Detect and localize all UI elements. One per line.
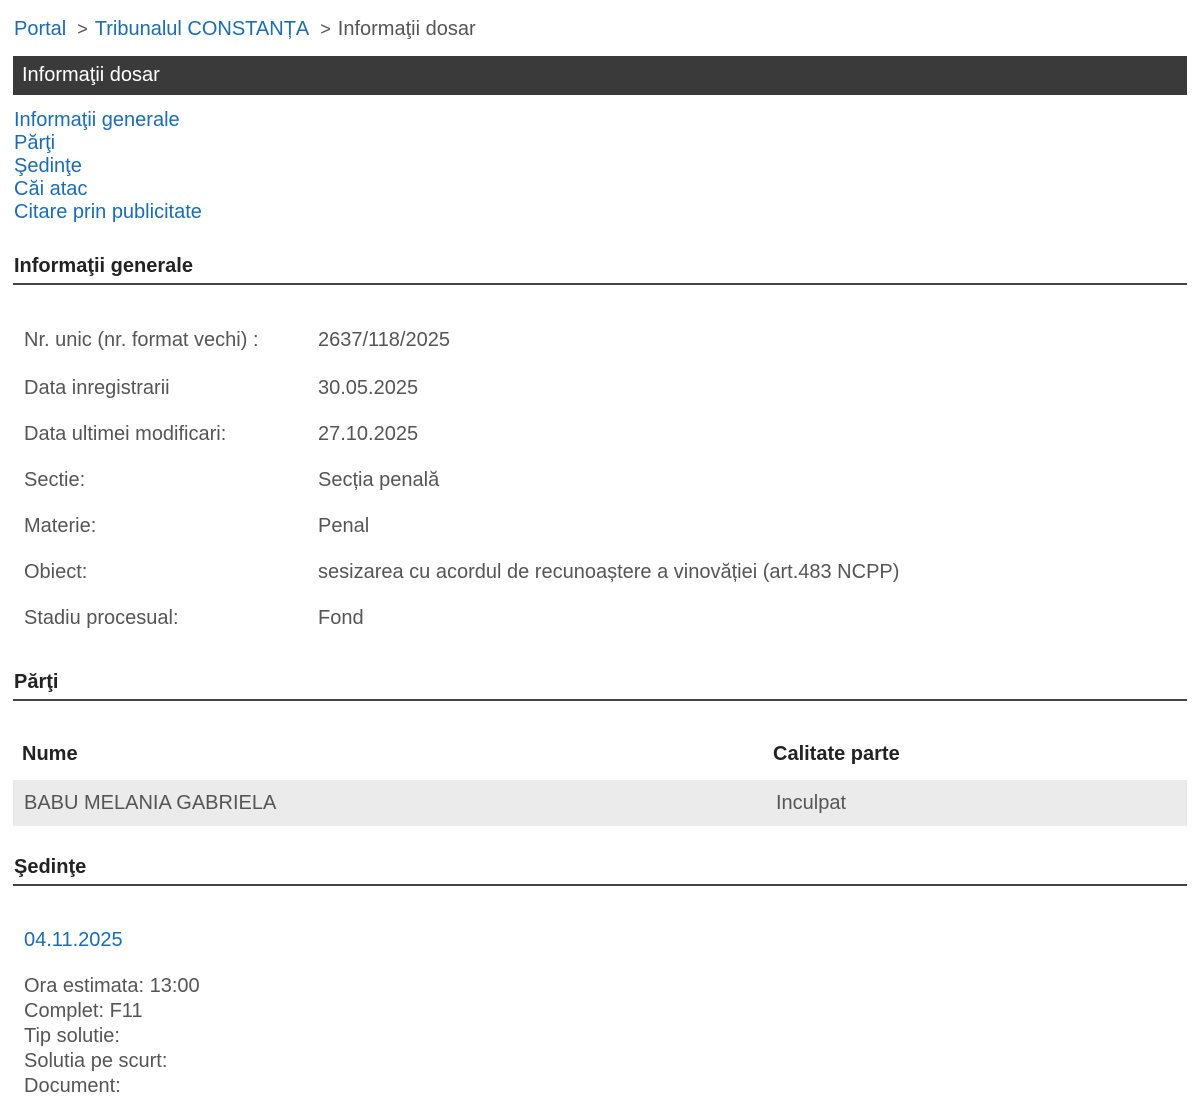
nav-link-cai-atac[interactable]: Căi atac (14, 178, 202, 201)
info-row-sectie: Sectie: Secția penală (24, 466, 1174, 494)
section-header-label: Informaţii generale (14, 255, 193, 277)
info-label: Stadiu procesual: (24, 607, 179, 629)
party-name: BABU MELANIA GABRIELA (24, 792, 277, 814)
section-header-label: Şedinţe (14, 856, 87, 878)
info-label: Sectie: (24, 469, 86, 491)
info-value: 27.10.2025 (318, 423, 419, 445)
info-row-obiect: Obiect: sesizarea cu acordul de recunoaș… (24, 558, 1174, 586)
section-header-parti: Părţi (13, 669, 1187, 701)
session-details: Ora estimata: 13:00 Complet: F11 Tip sol… (24, 974, 200, 1099)
nav-link-informatii-generale[interactable]: Informaţii generale (14, 109, 202, 132)
session-date: 04.11.2025 (24, 929, 123, 951)
column-header-nume: Nume (22, 743, 78, 765)
info-value: sesizarea cu acordul de recunoaștere a v… (318, 561, 900, 583)
section-header-label: Părţi (14, 671, 59, 693)
session-detail-complet: Complet: F11 (24, 1000, 143, 1022)
info-value: Secția penală (318, 469, 440, 491)
nav-link-parti[interactable]: Părţi (14, 132, 202, 155)
party-role: Inculpat (776, 792, 847, 814)
page-title: Informaţii dosar (13, 56, 1187, 95)
info-value: 30.05.2025 (318, 377, 419, 399)
info-label: Data inregistrarii (24, 377, 170, 399)
session-detail-ora-estimata: Ora estimata: 13:00 (24, 975, 200, 997)
table-row: BABU MELANIA GABRIELA Inculpat (13, 780, 1187, 826)
session-detail-tip-solutie: Tip solutie: (24, 1025, 120, 1047)
info-label: Nr. unic (nr. format vechi) : (24, 329, 259, 351)
section-header-informatii-generale: Informaţii generale (13, 253, 1187, 285)
section-header-sedinte: Şedinţe (13, 854, 1187, 886)
section-nav: Informaţii generale Părţi Şedinţe Căi at… (14, 109, 202, 224)
info-value: Penal (318, 515, 370, 537)
info-value: Fond (318, 607, 364, 629)
info-label: Materie: (24, 515, 97, 537)
breadcrumb-court-link[interactable]: Tribunalul CONSTANȚA (95, 18, 310, 40)
page: Portal > Tribunalul CONSTANȚA > Informaţii d… (0, 0, 1200, 1117)
nav-link-citare-prin-publicitate[interactable]: Citare prin publicitate (14, 201, 202, 224)
column-header-calitate-parte: Calitate parte (773, 743, 900, 765)
nav-link-sedinte[interactable]: Şedinţe (14, 155, 202, 178)
info-row-data-inregistrarii: Data inregistrarii 30.05.2025 (24, 374, 1174, 402)
info-row-stadiu-procesual: Stadiu procesual: Fond (24, 604, 1174, 632)
breadcrumb: Portal > Tribunalul CONSTANȚA > Informaţii d… (14, 16, 476, 42)
breadcrumb-current: Informaţii dosar (337, 18, 476, 40)
parties-table-header: Nume Calitate parte (13, 738, 1187, 770)
info-label: Data ultimei modificari: (24, 423, 227, 445)
info-row-materie: Materie: Penal (24, 512, 1174, 540)
info-value: 2637/118/2025 (318, 329, 450, 351)
info-row-data-ultimei-modificari: Data ultimei modificari: 27.10.2025 (24, 420, 1174, 448)
breadcrumb-separator: > (77, 19, 88, 39)
info-row-nr-unic: Nr. unic (nr. format vechi) : 2637/118/2… (24, 326, 1174, 354)
info-label: Obiect: (24, 561, 88, 583)
breadcrumb-separator: > (320, 19, 331, 39)
session-detail-solutia-pe-scurt: Solutia pe scurt: (24, 1050, 168, 1072)
session-detail-document: Document: (24, 1075, 121, 1097)
breadcrumb-portal-link[interactable]: Portal (14, 18, 66, 40)
